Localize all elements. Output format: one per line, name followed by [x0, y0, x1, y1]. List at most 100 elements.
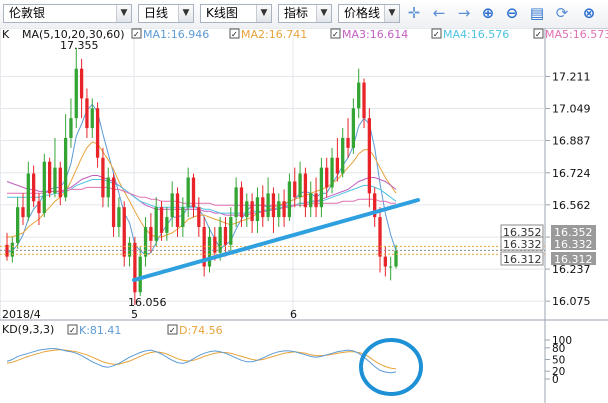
arrow-left-icon[interactable]: ←: [430, 4, 448, 23]
candle-down: [223, 226, 228, 245]
y-tick-label: 16.562: [552, 199, 591, 212]
candle-up: [207, 236, 212, 267]
candle-up: [255, 197, 260, 222]
candle-down: [58, 167, 62, 198]
symbol-select[interactable]: 伦敦银 ▼: [3, 4, 132, 23]
candle-up: [218, 226, 222, 253]
legend-ma1: MA1:16.946: [143, 28, 209, 41]
candle-down: [79, 68, 84, 99]
y-tick-label: 16.724: [552, 167, 591, 180]
refresh-icon[interactable]: ⟳: [553, 4, 571, 23]
chart-area: 16.07516.23716.39916.56216.72416.88717.0…: [0, 28, 608, 403]
candle-up: [357, 82, 361, 109]
check-icon: ✓: [332, 30, 339, 39]
chevron-down-icon: ▼: [116, 5, 131, 22]
chevron-down-icon: ▼: [256, 5, 271, 22]
candle-down: [191, 177, 196, 208]
symbol-label: 伦敦银: [9, 6, 46, 20]
candle-up: [389, 266, 393, 268]
period-select[interactable]: 日线 ▼: [138, 4, 194, 23]
candle-up: [181, 207, 185, 227]
close-icon[interactable]: ⊗: [580, 4, 598, 23]
y-tick-label: 16.075: [552, 295, 591, 308]
kd-k-value: K:81.41: [79, 324, 121, 337]
candle-up: [106, 177, 110, 198]
candle-up: [330, 157, 334, 188]
candle-up: [245, 201, 249, 218]
candle-up: [143, 226, 148, 257]
candle-down: [175, 193, 180, 227]
candle-up: [26, 173, 30, 218]
candle-down: [271, 193, 276, 218]
zoom-out-icon[interactable]: ⊖: [503, 4, 521, 23]
legend-ma3: MA3:16.614: [342, 28, 408, 41]
candle-down: [149, 226, 153, 241]
chevron-down-icon: ▼: [316, 5, 331, 22]
candle-up: [319, 167, 324, 208]
candle-up: [266, 193, 270, 218]
candle-up: [16, 207, 20, 243]
candle-down: [346, 137, 350, 148]
candle-down: [261, 197, 265, 218]
candle-up: [90, 108, 94, 129]
check-icon: ✓: [535, 30, 542, 39]
chart-type-label: K线图: [206, 6, 238, 20]
candle-up: [229, 217, 233, 245]
y-tick-label: 17.211: [552, 70, 591, 83]
price-line-label: 价格线: [344, 6, 381, 20]
highlight-circle: [359, 338, 423, 396]
price-line-select[interactable]: 价格线 ▼: [338, 4, 400, 23]
kd-k-line: [6, 348, 397, 374]
crosshair-icon[interactable]: ✛: [405, 4, 423, 23]
kd-indicator: 0205080100: [6, 335, 572, 386]
candle-down: [47, 161, 52, 194]
indicator-label: 指标: [284, 6, 309, 20]
candle-down: [21, 207, 25, 218]
candle-up: [63, 137, 68, 198]
indicator-select[interactable]: 指标 ▼: [278, 4, 332, 23]
candle-down: [293, 181, 297, 198]
candle-down: [314, 193, 318, 208]
candle-down: [197, 207, 201, 227]
bar-chart-icon[interactable]: ▤: [528, 4, 546, 23]
x-label-month-6: 6: [290, 308, 297, 321]
kd-d-value: D:74.56: [179, 324, 223, 337]
y-tick-label: 17.049: [552, 102, 591, 115]
candle-down: [303, 173, 308, 208]
chart-type-select[interactable]: K线图 ▼: [200, 4, 272, 23]
candle-down: [367, 118, 372, 194]
candle-up: [234, 187, 238, 218]
axis-price-tag-label: 16.332: [554, 238, 593, 251]
candle-up: [165, 217, 169, 233]
x-label-month-5: 5: [131, 308, 138, 321]
candle-up: [394, 250, 398, 267]
price-tags: 16.352 16.35216.332 16.33216.312 16.312: [500, 224, 596, 266]
candle-down: [101, 157, 105, 198]
candle-up: [117, 207, 121, 227]
candle-up: [42, 161, 46, 214]
y-tick-label: 16.887: [552, 135, 591, 148]
check-icon: ✓: [133, 30, 140, 39]
candle-up: [309, 193, 313, 208]
kd-tick-label: 20: [552, 366, 565, 378]
price-tag-label: 16.312: [503, 253, 542, 266]
candle-down: [325, 167, 329, 188]
arrow-right-icon[interactable]: →: [455, 4, 473, 23]
candle-down: [250, 201, 254, 222]
toolbar: 伦敦银 ▼ 日线 ▼ K线图 ▼ 指标 ▼ 价格线 ▼ ✛ ← → ⊕ ⊖ ▤ …: [0, 0, 608, 29]
candle-up: [74, 68, 78, 119]
candle-down: [383, 256, 387, 267]
chevron-down-icon: ▼: [178, 5, 193, 22]
kd-d-line: [6, 349, 397, 370]
zoom-in-icon[interactable]: ⊕: [479, 4, 497, 23]
candle-up: [154, 207, 158, 241]
candle-down: [159, 207, 164, 233]
legend-ma5: MA5:16.573: [545, 28, 608, 41]
candle-down: [85, 98, 89, 129]
candle-up: [287, 181, 292, 218]
check-icon: ✓: [169, 326, 176, 335]
candle-up: [170, 193, 174, 218]
candle-down: [335, 157, 340, 174]
candle-up: [351, 108, 356, 148]
candle-up: [186, 177, 190, 208]
